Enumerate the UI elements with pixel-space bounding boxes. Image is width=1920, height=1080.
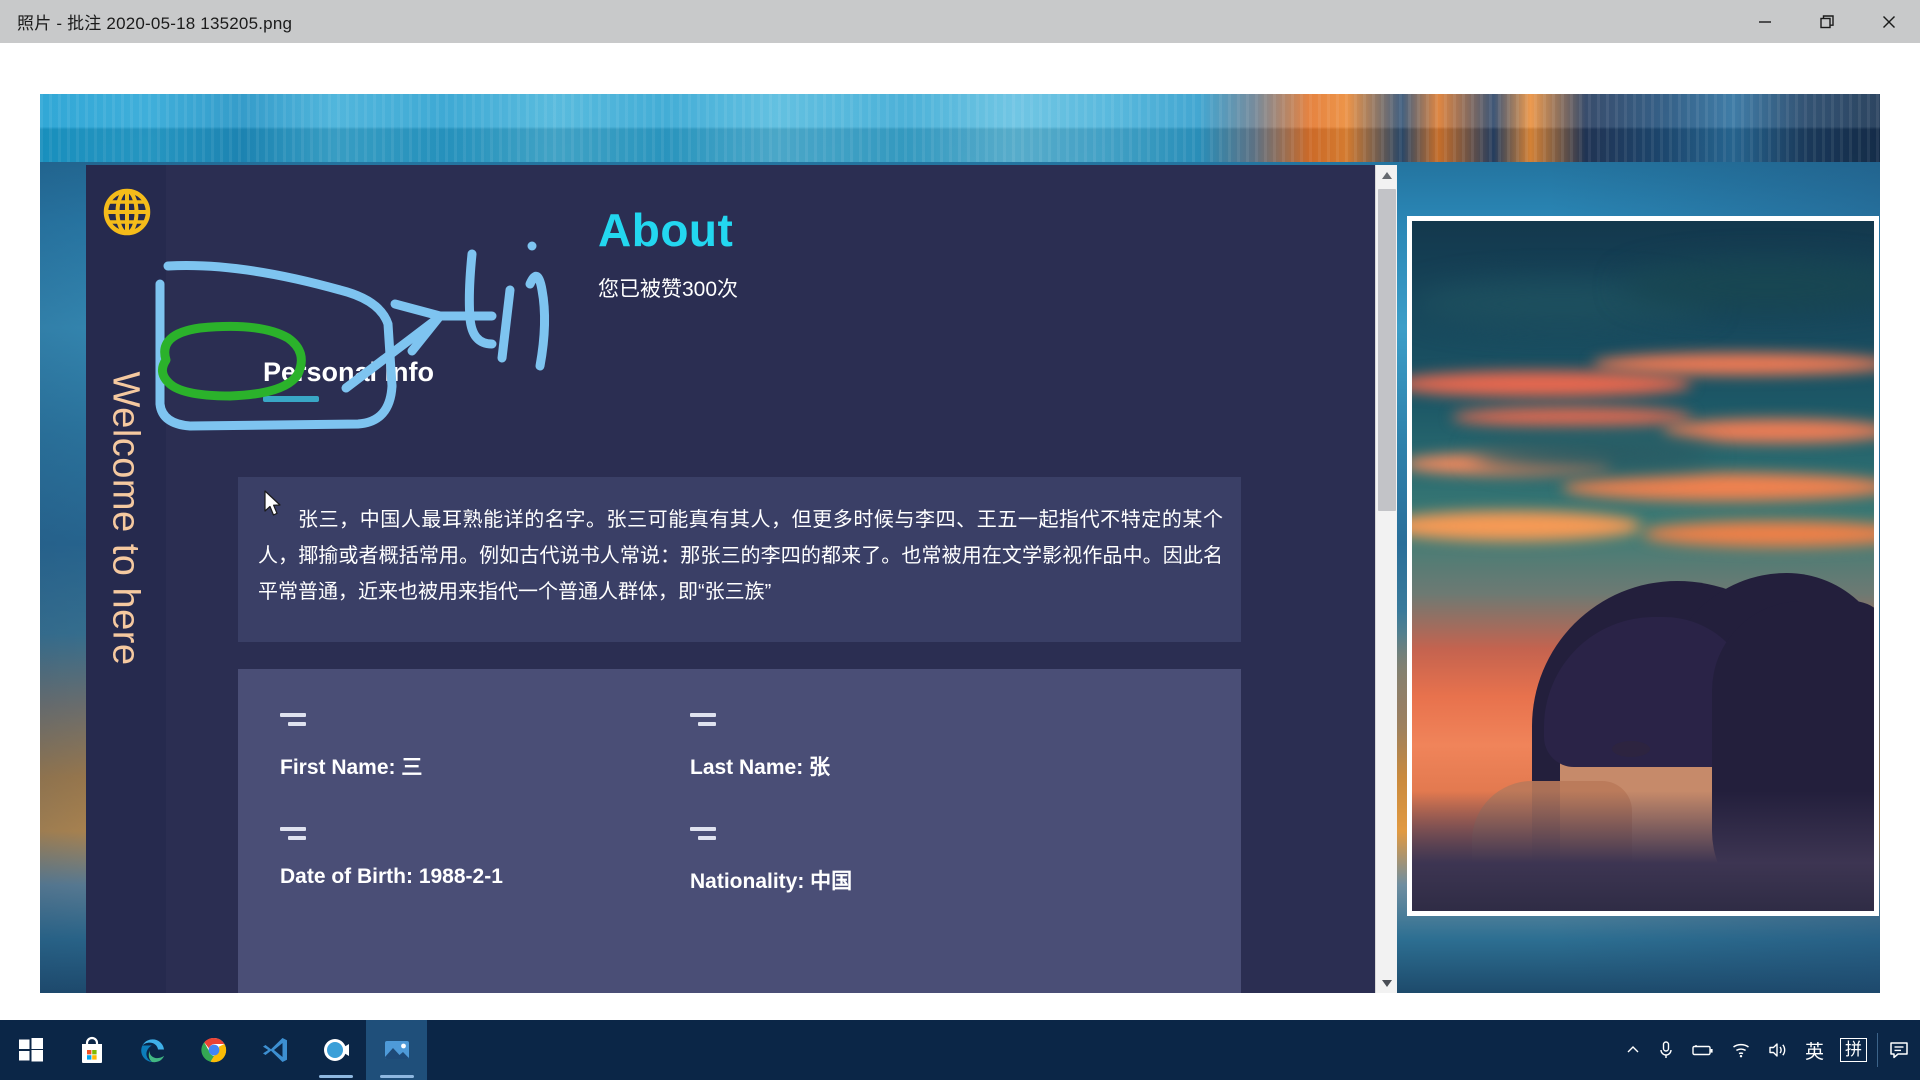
info-panel: First Name: 三 Last Name: 张 Date of Birth… — [238, 669, 1241, 993]
date-of-birth-label: Date of Birth: 1988-2-1 — [280, 865, 503, 888]
field-marker-icon — [690, 827, 716, 841]
first-name-field: First Name: 三 — [280, 713, 422, 781]
microphone-icon[interactable] — [1649, 1020, 1683, 1080]
running-indicator — [318, 1075, 353, 1078]
personal-info-heading: Personal Info — [263, 357, 435, 387]
web-page-card: Welcome to here About 您已被赞300次 Personal … — [86, 165, 1375, 993]
ime-mode-indicator[interactable]: 拼 — [1832, 1020, 1875, 1080]
battery-icon[interactable] — [1683, 1020, 1723, 1080]
date-of-birth-field: Date of Birth: 1988-2-1 — [280, 827, 503, 889]
scrollbar-down-arrow[interactable] — [1376, 973, 1398, 993]
eye-shape — [1612, 741, 1650, 757]
last-name-field: Last Name: 张 — [690, 713, 830, 781]
minimize-button[interactable] — [1734, 0, 1796, 43]
taskbar-item-store[interactable] — [61, 1020, 122, 1080]
likes-count-text: 您已被赞300次 — [598, 278, 739, 301]
field-marker-icon — [280, 827, 306, 841]
window-titlebar[interactable]: 照片 - 批注 2020-05-18 135205.png — [0, 0, 1920, 43]
page-scrollbar[interactable] — [1375, 165, 1397, 993]
system-tray: 英 拼 — [1617, 1020, 1920, 1080]
wifi-icon[interactable] — [1723, 1020, 1759, 1080]
banner-strip — [40, 94, 1880, 162]
profile-artwork-frame — [1407, 216, 1879, 916]
page-title: About — [598, 204, 734, 256]
taskbar: 英 拼 — [0, 1020, 1920, 1080]
first-name-label: First Name: 三 — [280, 756, 423, 779]
nationality-label: Nationality: 中国 — [690, 870, 853, 893]
page-left-rail: Welcome to here — [86, 165, 166, 993]
artwork-bottom-shadow — [1412, 791, 1874, 911]
taskbar-item-photos[interactable] — [366, 1020, 427, 1080]
field-marker-icon — [690, 713, 716, 727]
photo-canvas: Welcome to here About 您已被赞300次 Personal … — [0, 43, 1920, 1020]
ime-mode-label: 拼 — [1840, 1038, 1867, 1062]
notification-center-button[interactable] — [1880, 1020, 1920, 1080]
taskbar-item-chrome[interactable] — [183, 1020, 244, 1080]
nationality-field: Nationality: 中国 — [690, 827, 852, 895]
last-name-label: Last Name: 张 — [690, 756, 831, 779]
window-controls — [1734, 0, 1920, 43]
section-underline — [263, 396, 319, 402]
restore-button[interactable] — [1796, 0, 1858, 43]
displayed-image[interactable]: Welcome to here About 您已被赞300次 Personal … — [40, 94, 1880, 993]
volume-icon[interactable] — [1759, 1020, 1797, 1080]
bio-text: 张三，中国人最耳熟能详的名字。张三可能真有其人，但更多时候与李四、王五一起指代不… — [258, 509, 1223, 603]
start-button[interactable] — [0, 1020, 61, 1080]
welcome-vertical-text: Welcome to here — [104, 371, 147, 666]
mouse-cursor — [264, 490, 284, 518]
scrollbar-thumb[interactable] — [1378, 189, 1396, 511]
close-button[interactable] — [1858, 0, 1920, 43]
tray-divider — [1877, 1033, 1878, 1067]
bio-panel: 张三，中国人最耳熟能详的名字。张三可能真有其人，但更多时候与李四、王五一起指代不… — [238, 477, 1241, 642]
ime-language-indicator[interactable]: 英 — [1797, 1020, 1832, 1080]
scrollbar-up-arrow[interactable] — [1376, 165, 1398, 185]
running-indicator — [379, 1075, 414, 1078]
profile-artwork — [1412, 221, 1874, 911]
window-title: 照片 - 批注 2020-05-18 135205.png — [17, 14, 293, 33]
taskbar-item-edge[interactable] — [122, 1020, 183, 1080]
page-header: About 您已被赞300次 Personal Info — [166, 165, 1375, 425]
taskbar-item-meeting[interactable] — [305, 1020, 366, 1080]
globe-icon[interactable] — [102, 187, 152, 237]
photos-app-window: 照片 - 批注 2020-05-18 135205.png Welcome to… — [0, 0, 1920, 1020]
field-marker-icon — [280, 713, 306, 727]
show-hidden-icons-button[interactable] — [1617, 1020, 1649, 1080]
taskbar-item-vscode[interactable] — [244, 1020, 305, 1080]
